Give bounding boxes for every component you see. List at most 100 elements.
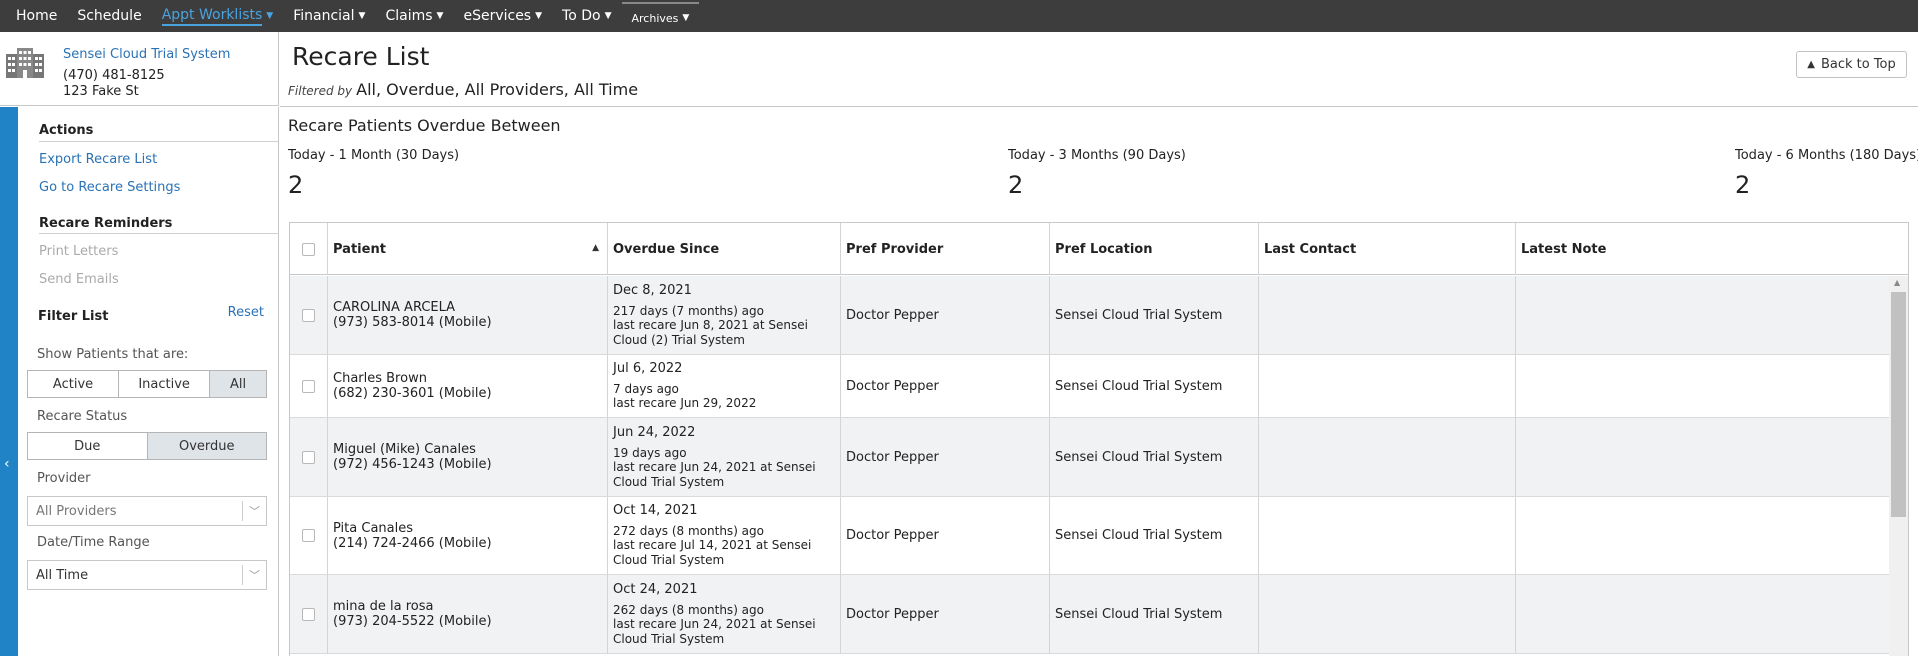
latest-note-cell bbox=[1516, 418, 1891, 496]
table-row[interactable]: Miguel (Mike) Canales (972) 456-1243 (Mo… bbox=[290, 418, 1891, 497]
last-contact-cell bbox=[1259, 355, 1516, 417]
overdue-ago: 272 days (8 months) ago bbox=[613, 524, 764, 538]
patient-name[interactable]: mina de la rosa bbox=[333, 599, 433, 614]
table-scrollbar[interactable]: ▲ bbox=[1889, 276, 1908, 656]
bucket-label: Today - 1 Month (30 Days) bbox=[288, 148, 460, 163]
column-header-label: Latest Note bbox=[1521, 241, 1607, 257]
column-header-label: Pref Location bbox=[1055, 241, 1153, 257]
caret-down-icon: ▼ bbox=[436, 11, 444, 21]
table-row[interactable]: Charles Brown (682) 230-3601 (Mobile) Ju… bbox=[290, 355, 1891, 418]
patient-phone: (973) 204-5522 (Mobile) bbox=[333, 614, 492, 629]
sidebar-collapse-strip[interactable]: ‹ bbox=[0, 107, 18, 656]
nav-home-label: Home bbox=[16, 8, 58, 24]
overdue-since-cell: Oct 14, 2021 272 days (8 months) ago las… bbox=[608, 497, 841, 574]
sort-ascending-icon: ▲ bbox=[592, 243, 599, 253]
provider-select-value: All Providers bbox=[36, 503, 117, 519]
row-checkbox-cell bbox=[290, 575, 328, 653]
pref-provider-cell: Doctor Pepper bbox=[841, 497, 1050, 574]
column-header-last-contact[interactable]: Last Contact bbox=[1259, 223, 1516, 275]
column-header-patient[interactable]: Patient ▲ bbox=[328, 223, 608, 275]
nav-eservices[interactable]: eServices ▼ bbox=[453, 0, 552, 32]
overdue-ago: 217 days (7 months) ago bbox=[613, 303, 764, 318]
table-row[interactable]: CAROLINA ARCELA (973) 583-8014 (Mobile) … bbox=[290, 276, 1891, 355]
caret-down-icon: ▼ bbox=[604, 11, 612, 21]
nav-todo[interactable]: To Do ▼ bbox=[552, 0, 621, 32]
pref-provider-cell: Doctor Pepper bbox=[841, 276, 1050, 354]
practice-name-link[interactable]: Sensei Cloud Trial System bbox=[63, 47, 230, 62]
row-checkbox[interactable] bbox=[302, 379, 315, 393]
overdue-since-cell: Jul 6, 2022 7 days ago last recare Jun 2… bbox=[608, 355, 841, 417]
overdue-bucket-6-months: Today - 6 Months (180 Days) 2 bbox=[1735, 148, 1918, 199]
main-content: Recare Patients Overdue Between Today - … bbox=[280, 108, 1918, 656]
column-header-label: Patient bbox=[333, 241, 386, 257]
export-recare-list-link[interactable]: Export Recare List bbox=[39, 152, 157, 167]
latest-note-cell bbox=[1516, 575, 1891, 653]
row-checkbox[interactable] bbox=[302, 529, 315, 542]
recare-settings-link[interactable]: Go to Recare Settings bbox=[39, 180, 180, 195]
table-header: Patient ▲ Overdue Since Pref Provider Pr… bbox=[290, 223, 1908, 275]
last-contact-cell bbox=[1259, 497, 1516, 574]
divider bbox=[39, 233, 278, 234]
patient-name[interactable]: Miguel (Mike) Canales bbox=[333, 442, 476, 457]
nav-archives[interactable]: Archives ▼ bbox=[621, 2, 700, 32]
row-checkbox[interactable] bbox=[302, 308, 315, 322]
patient-name[interactable]: Charles Brown bbox=[333, 371, 427, 386]
date-range-select-value: All Time bbox=[36, 567, 89, 583]
status-overdue-button[interactable]: Overdue bbox=[147, 433, 266, 459]
bucket-count: 2 bbox=[1008, 171, 1024, 199]
column-header-latest-note[interactable]: Latest Note bbox=[1516, 223, 1908, 275]
chevron-left-icon[interactable]: ‹ bbox=[4, 456, 10, 472]
send-emails-link[interactable]: Send Emails bbox=[39, 272, 119, 287]
recare-status-label: Recare Status bbox=[37, 409, 128, 424]
nav-home[interactable]: Home bbox=[6, 0, 67, 32]
overdue-date: Oct 14, 2021 bbox=[613, 503, 698, 518]
print-letters-link[interactable]: Print Letters bbox=[39, 244, 118, 259]
scrollbar-thumb[interactable] bbox=[1891, 292, 1906, 517]
date-range-select[interactable]: All Time ﹀ bbox=[27, 560, 267, 590]
nav-appt-worklists[interactable]: Appt Worklists ▼ bbox=[152, 0, 284, 32]
scroll-up-icon[interactable]: ▲ bbox=[1894, 278, 1900, 287]
pref-location-cell: Sensei Cloud Trial System bbox=[1050, 575, 1259, 653]
bucket-label: Today - 6 Months (180 Days) bbox=[1735, 148, 1918, 163]
column-header-label: Last Contact bbox=[1264, 241, 1357, 257]
overdue-since-cell: Jun 24, 2022 19 days ago last recare Jun… bbox=[608, 418, 841, 496]
row-checkbox-cell bbox=[290, 497, 328, 574]
column-header-pref-provider[interactable]: Pref Provider bbox=[841, 223, 1050, 275]
reset-filters-link[interactable]: Reset bbox=[228, 305, 264, 320]
row-checkbox[interactable] bbox=[302, 607, 315, 621]
bucket-count: 2 bbox=[1735, 171, 1751, 199]
pref-location-cell: Sensei Cloud Trial System bbox=[1050, 276, 1259, 354]
bucket-label: Today - 3 Months (90 Days) bbox=[1008, 148, 1186, 163]
recare-status-toggle: Due Overdue bbox=[27, 432, 267, 460]
row-checkbox[interactable] bbox=[302, 450, 315, 464]
last-recare: last recare Jun 29, 2022 bbox=[613, 396, 757, 410]
table-row[interactable]: mina de la rosa (973) 204-5522 (Mobile) … bbox=[290, 575, 1891, 654]
column-header-overdue-since[interactable]: Overdue Since bbox=[608, 223, 841, 275]
select-all-checkbox[interactable] bbox=[302, 242, 315, 256]
column-header-pref-location[interactable]: Pref Location bbox=[1050, 223, 1259, 275]
latest-note-cell bbox=[1516, 276, 1891, 354]
filter-active-button[interactable]: Active bbox=[28, 371, 120, 397]
overdue-ago: 19 days ago bbox=[613, 445, 687, 460]
caret-down-icon: ▼ bbox=[535, 11, 543, 21]
filter-inactive-button[interactable]: Inactive bbox=[119, 371, 211, 397]
patient-name[interactable]: CAROLINA ARCELA bbox=[333, 300, 455, 315]
table-row[interactable]: Pita Canales (214) 724-2466 (Mobile) Oct… bbox=[290, 497, 1891, 575]
back-to-top-button[interactable]: ▲ Back to Top bbox=[1796, 51, 1907, 78]
page-title: Recare List bbox=[292, 42, 430, 71]
caret-down-icon: ▼ bbox=[266, 11, 274, 21]
filter-all-button[interactable]: All bbox=[210, 371, 266, 397]
bucket-count: 2 bbox=[288, 171, 304, 199]
nav-schedule[interactable]: Schedule bbox=[67, 0, 151, 32]
overdue-since-cell: Oct 24, 2021 262 days (8 months) ago las… bbox=[608, 575, 841, 653]
nav-claims[interactable]: Claims ▼ bbox=[375, 0, 453, 32]
filtered-by-label: Filtered by bbox=[288, 84, 353, 98]
nav-appt-worklists-label: Appt Worklists bbox=[161, 7, 263, 26]
nav-financial[interactable]: Financial ▼ bbox=[283, 0, 375, 32]
provider-select[interactable]: All Providers ﹀ bbox=[27, 496, 267, 526]
column-header-label: Overdue Since bbox=[613, 241, 720, 257]
patient-cell: Pita Canales (214) 724-2466 (Mobile) bbox=[328, 497, 608, 574]
patient-name[interactable]: Pita Canales bbox=[333, 521, 413, 536]
row-checkbox-cell bbox=[290, 418, 328, 496]
status-due-button[interactable]: Due bbox=[28, 433, 148, 459]
